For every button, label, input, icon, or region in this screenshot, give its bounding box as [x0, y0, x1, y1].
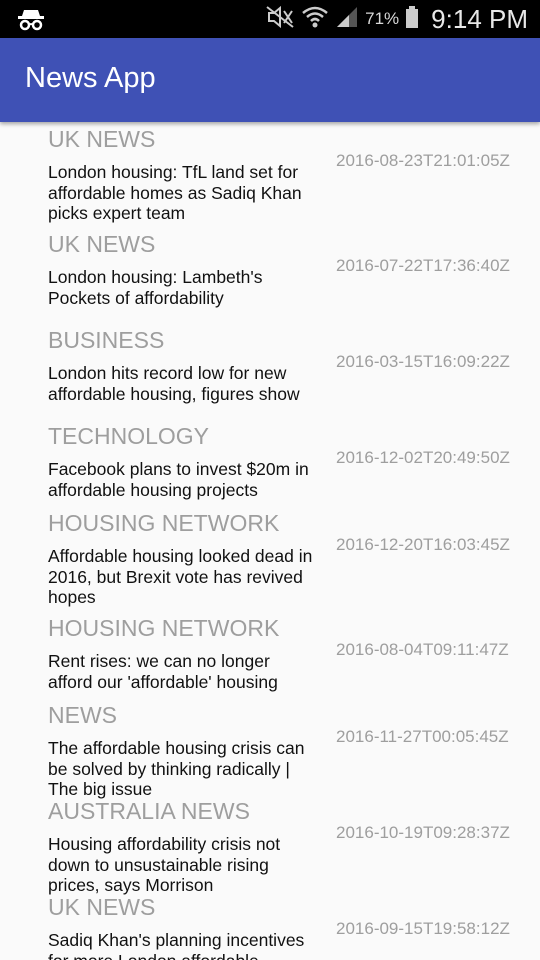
battery-icon [405, 5, 419, 34]
status-bar: 71% 9:14 PM [0, 0, 540, 38]
article-date: 2016-09-15T19:58:12Z [336, 919, 510, 938]
article-date: 2016-08-04T09:11:47Z [336, 640, 509, 659]
battery-percentage: 71% [365, 9, 400, 28]
article-title: Facebook plans to invest $20m in afforda… [48, 459, 309, 500]
article-title: London hits record low for new affordabl… [48, 363, 300, 404]
article-date: 2016-12-20T16:03:45Z [336, 535, 510, 554]
article-date: 2016-11-27T00:05:45Z [336, 727, 509, 746]
article-section: BUSINESS [48, 327, 165, 353]
article-title: Rent rises: we can no longer afford our … [48, 651, 278, 692]
article-section: UK NEWS [48, 894, 156, 920]
wifi-icon [301, 5, 329, 34]
article-section: HOUSING NETWORK [48, 510, 280, 536]
article-date: 2016-03-15T16:09:22Z [336, 352, 510, 371]
incognito-icon [16, 6, 46, 37]
article-title: Sadiq Khan's planning incentives for mor… [48, 930, 305, 960]
app-title: News App [25, 62, 156, 94]
article-section: NEWS [48, 702, 117, 728]
article-date: 2016-08-23T21:01:05Z [336, 151, 510, 170]
article-list[interactable]: UK NEWS London housing: TfL land set for… [0, 122, 540, 960]
article-date: 2016-12-02T20:49:50Z [336, 448, 510, 467]
article-section: TECHNOLOGY [48, 423, 210, 449]
mute-icon [265, 5, 295, 34]
article-title: London housing: Lambeth's Pockets of aff… [48, 267, 263, 308]
clock: 9:14 PM [431, 3, 528, 34]
article-section: UK NEWS [48, 126, 156, 152]
article-title: Housing affordability crisis not down to… [48, 834, 281, 895]
signal-icon [335, 5, 359, 34]
article-date: 2016-10-19T09:28:37Z [336, 823, 510, 842]
article-date: 2016-07-22T17:36:40Z [336, 256, 510, 275]
article-section: HOUSING NETWORK [48, 615, 280, 641]
article-title: The affordable housing crisis can be sol… [48, 738, 305, 799]
article-title: London housing: TfL land set for afforda… [48, 162, 302, 223]
article-section: AUSTRALIA NEWS [48, 798, 250, 824]
app-bar: News App [0, 38, 540, 122]
article-section: UK NEWS [48, 231, 156, 257]
article-title: Affordable housing looked dead in 2016, … [48, 546, 313, 607]
